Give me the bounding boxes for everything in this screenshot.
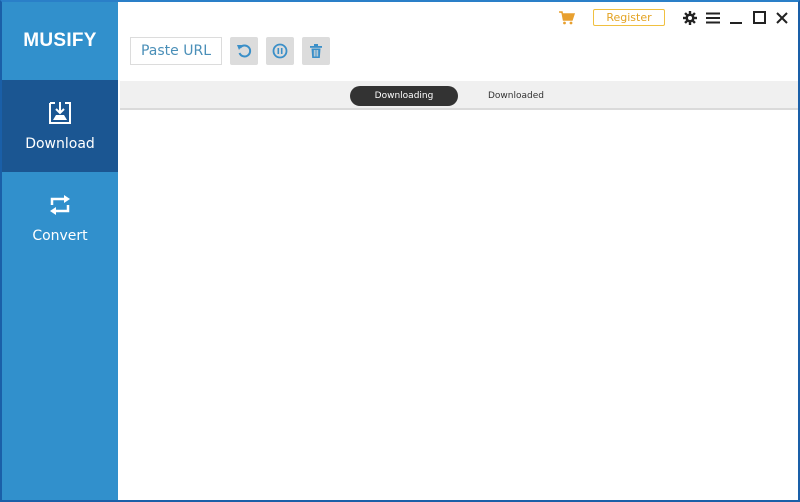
main-area: Paste URL Register Downloading Downloade… [118,2,798,500]
cart-button[interactable] [558,10,576,26]
minimize-icon [730,21,742,24]
settings-button[interactable] [682,10,698,26]
toolbar: Paste URL [130,37,330,65]
sidebar-item-label: Convert [32,228,88,244]
cart-icon [559,10,575,24]
title-bar: Register [558,9,790,26]
download-icon [49,102,71,124]
delete-button[interactable] [302,37,330,65]
pause-icon [272,43,288,59]
refresh-button[interactable] [230,37,258,65]
tab-downloaded[interactable]: Downloaded [470,86,562,106]
paste-url-button[interactable]: Paste URL [130,37,222,65]
register-button[interactable]: Register [593,9,665,26]
minimize-button[interactable] [728,10,744,26]
sidebar-item-convert[interactable]: Convert [2,172,118,264]
maximize-button[interactable] [751,10,767,26]
app-logo: MUSIFY [23,30,97,51]
refresh-icon [237,44,252,58]
app-window: MUSIFY Download Convert Paste URL Regist… [0,0,800,502]
tab-downloading[interactable]: Downloading [350,86,458,106]
menu-icon [706,12,720,23]
trash-icon [310,44,322,58]
close-button[interactable] [774,10,790,26]
pause-button[interactable] [266,37,294,65]
menu-button[interactable] [705,10,721,26]
download-list-area [120,110,798,500]
sidebar: MUSIFY Download Convert [2,2,118,500]
gear-icon [683,10,697,25]
maximize-icon [752,11,766,24]
convert-icon [50,195,70,215]
tab-bar: Downloading Downloaded [120,81,798,110]
sidebar-item-download[interactable]: Download [2,80,118,172]
sidebar-item-label: Download [25,136,95,152]
close-icon [776,11,788,24]
